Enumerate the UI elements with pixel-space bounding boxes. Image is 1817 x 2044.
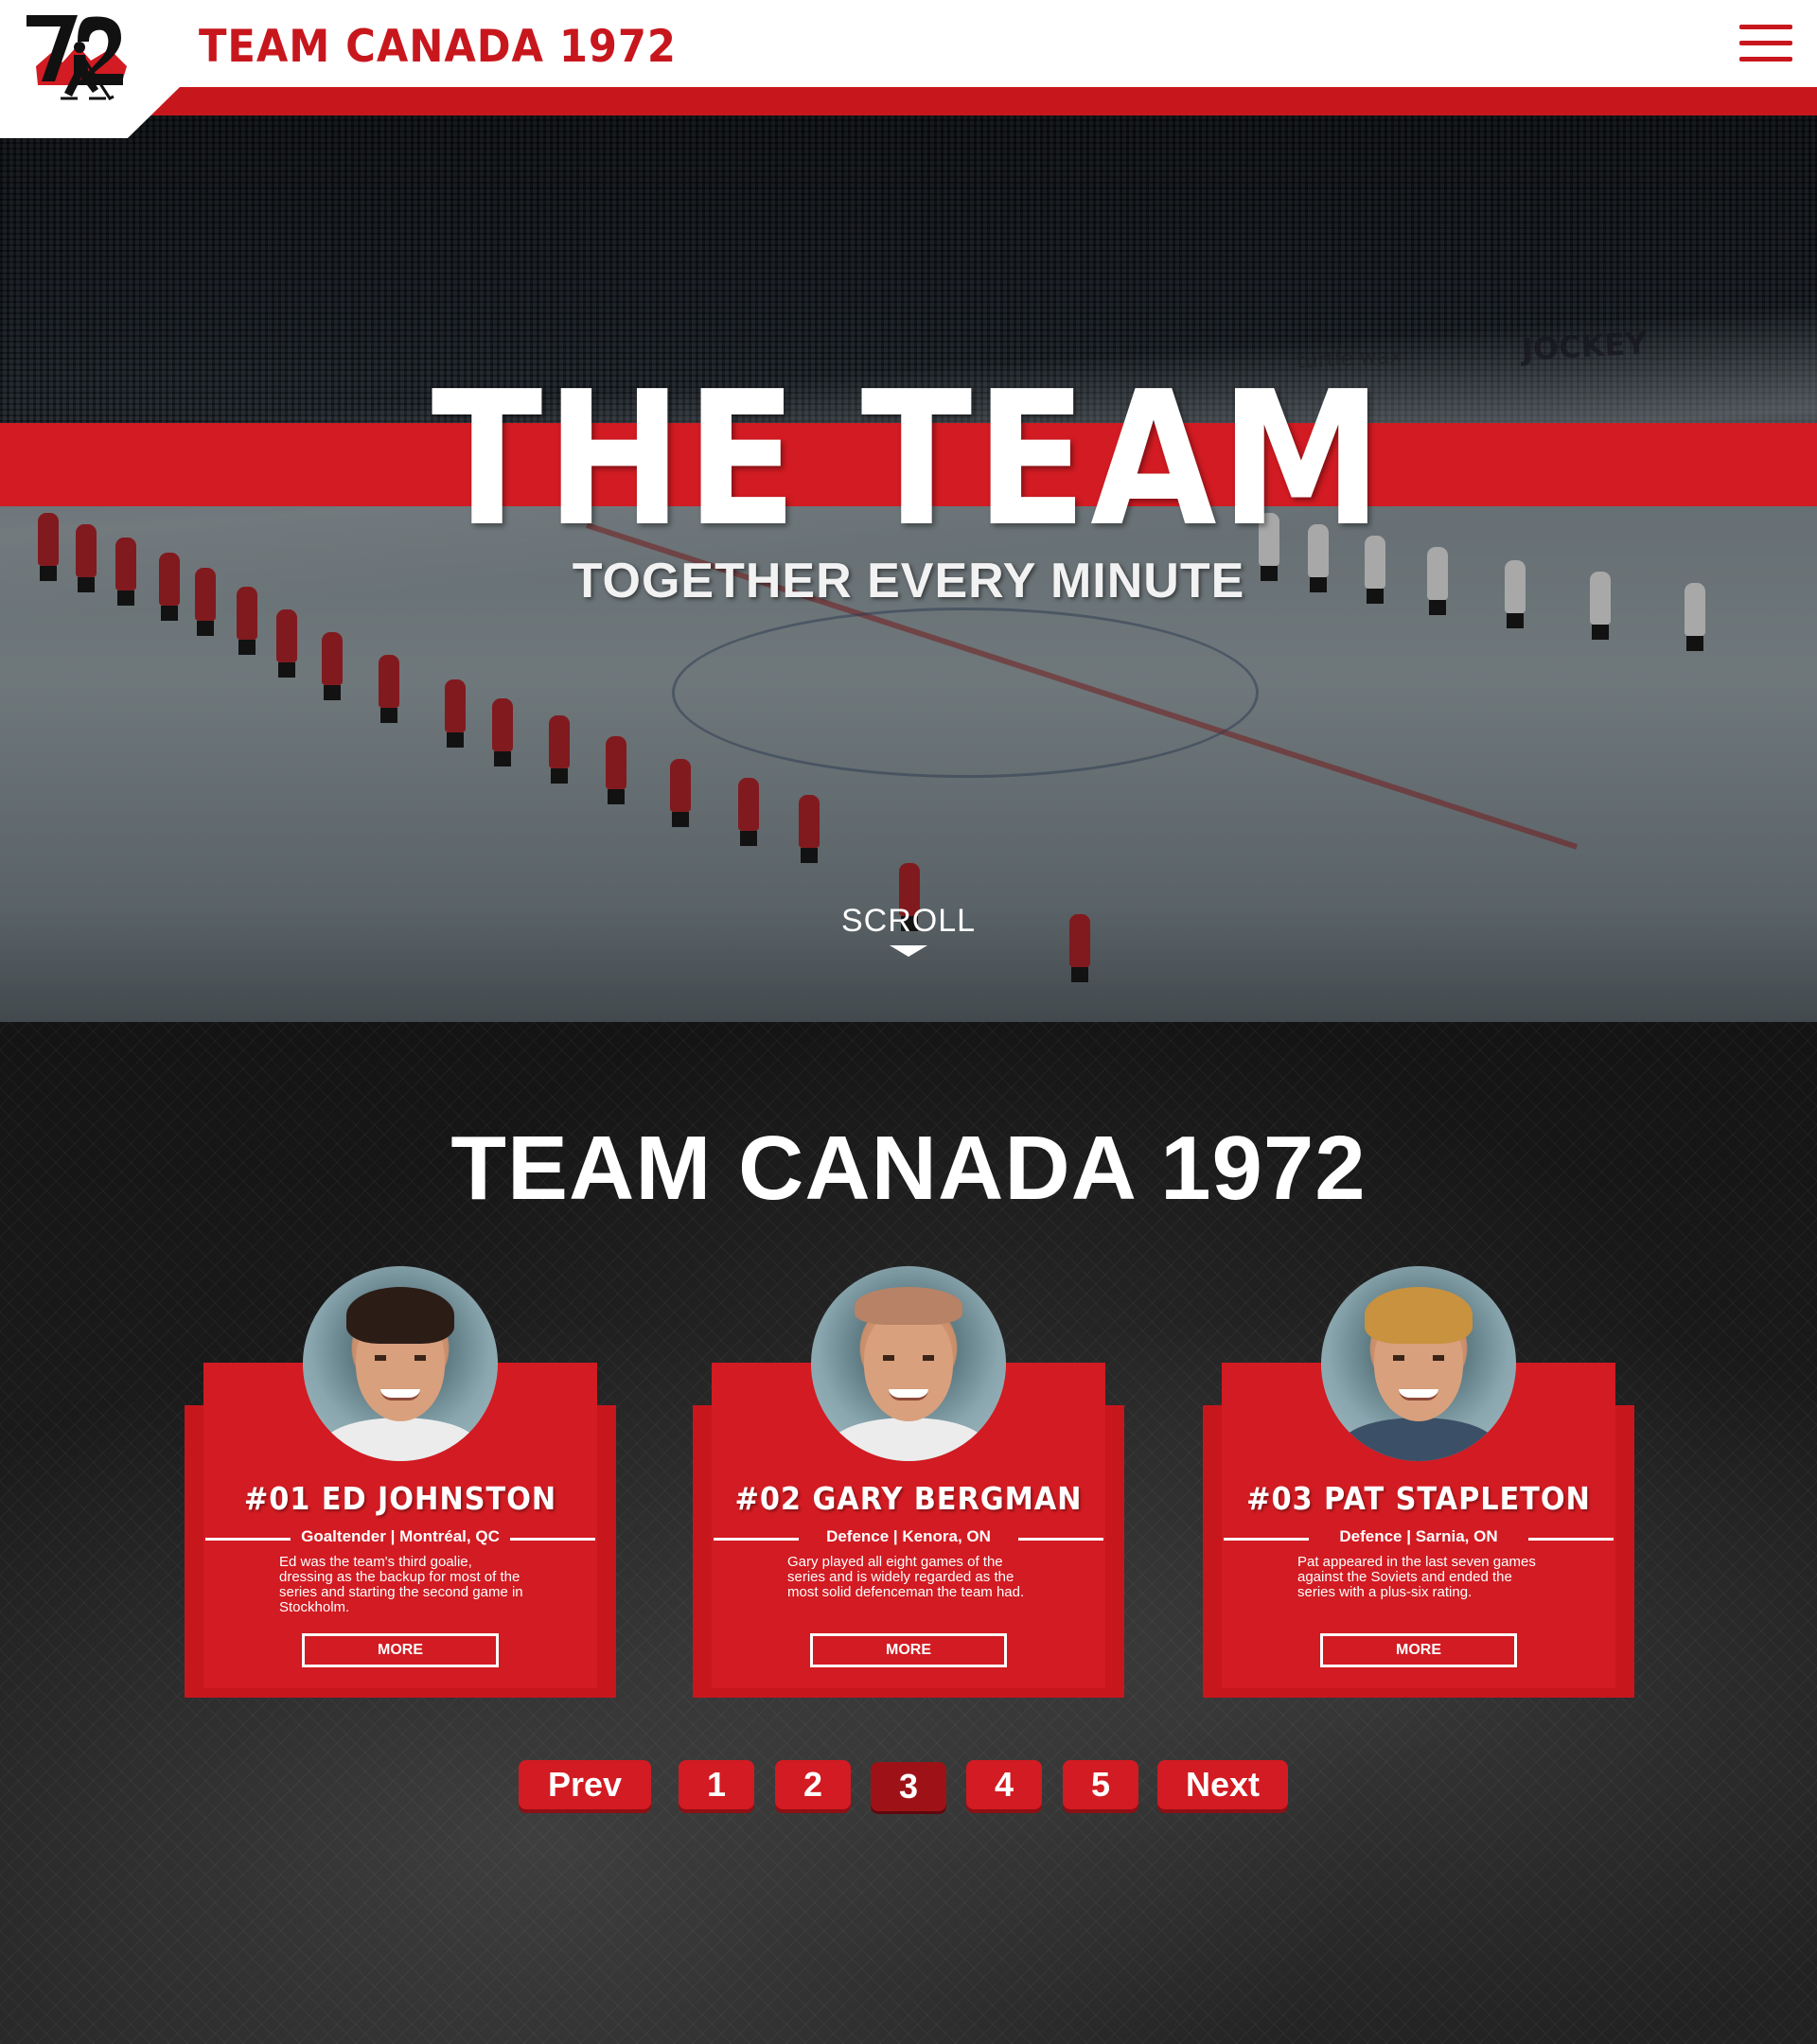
chevron-down-icon	[890, 945, 927, 957]
avatar-hair	[346, 1287, 454, 1344]
player-name[interactable]: #03 PAT STAPLETON	[1220, 1480, 1617, 1517]
avatar-mouth	[1399, 1389, 1438, 1401]
player-card: #01 ED JOHNSTON Goaltender | Montréal, Q…	[185, 1266, 616, 1698]
avatar-shirt	[322, 1418, 479, 1461]
player-card: #02 GARY BERGMAN Defence | Kenora, ON Ga…	[693, 1266, 1124, 1698]
player-description: Pat appeared in the last seven games aga…	[1297, 1554, 1536, 1600]
meta-divider-right	[510, 1538, 595, 1541]
player-avatar[interactable]	[811, 1266, 1006, 1461]
avatar-shirt	[830, 1418, 987, 1461]
hero-title: THE TEAM	[431, 352, 1386, 568]
scroll-button[interactable]: SCROLL	[814, 903, 1003, 957]
pagination-page-2[interactable]: 2	[775, 1760, 851, 1809]
meta-divider-left	[714, 1538, 799, 1541]
player-meta: Defence | Sarnia, ON	[1203, 1527, 1634, 1550]
meta-divider-left	[1224, 1538, 1309, 1541]
avatar-eyes	[375, 1355, 426, 1361]
hamburger-menu-icon-bar	[1739, 41, 1792, 45]
meta-divider-right	[1528, 1538, 1614, 1541]
player-avatar[interactable]	[1321, 1266, 1516, 1461]
scroll-label: SCROLL	[840, 903, 977, 939]
pagination-page-4[interactable]: 4	[966, 1760, 1042, 1809]
player-position-hometown: Goaltender | Montréal, QC	[301, 1527, 500, 1545]
player-name[interactable]: #01 ED JOHNSTON	[202, 1480, 599, 1517]
hero-subtitle: TOGETHER EVERY MINUTE	[572, 554, 1245, 608]
site-header: TEAM CANADA 1972	[0, 0, 1817, 138]
player-description: Gary played all eight games of the serie…	[787, 1554, 1025, 1600]
hamburger-menu-icon	[1739, 25, 1792, 29]
avatar-mouth	[380, 1389, 420, 1401]
more-button[interactable]: MORE	[302, 1633, 499, 1667]
pagination-prev-button[interactable]: Prev	[519, 1760, 651, 1809]
site-title[interactable]: TEAM CANADA 1972	[199, 21, 677, 73]
avatar-hair	[855, 1287, 962, 1325]
avatar-eyes	[883, 1355, 934, 1361]
player-position-hometown: Defence | Sarnia, ON	[1339, 1527, 1498, 1545]
player-meta: Goaltender | Montréal, QC	[185, 1527, 616, 1550]
avatar-face	[864, 1310, 953, 1421]
hamburger-menu-icon-bar	[1739, 57, 1792, 62]
hero-section: turtle wax JOCKEY THE TEAM TOGETHER EVER…	[0, 115, 1817, 1022]
pagination-next-button[interactable]: Next	[1157, 1760, 1288, 1809]
pagination-page-5[interactable]: 5	[1063, 1760, 1138, 1809]
avatar-eyes	[1393, 1355, 1444, 1361]
pagination-page-3-active[interactable]: 3	[871, 1762, 946, 1811]
more-button[interactable]: MORE	[810, 1633, 1007, 1667]
player-position-hometown: Defence | Kenora, ON	[826, 1527, 991, 1545]
player-avatar[interactable]	[303, 1266, 498, 1461]
team-72-logo-icon	[26, 15, 127, 100]
player-card: #03 PAT STAPLETON Defence | Sarnia, ON P…	[1203, 1266, 1634, 1698]
player-name[interactable]: #02 GARY BERGMAN	[710, 1480, 1107, 1517]
roster-title: TEAM CANADA 1972	[450, 1118, 1367, 1219]
more-button[interactable]: MORE	[1320, 1633, 1517, 1667]
avatar-mouth	[889, 1389, 928, 1401]
avatar-hair	[1365, 1287, 1473, 1344]
hamburger-menu-button[interactable]	[1739, 25, 1792, 62]
meta-divider-left	[205, 1538, 291, 1541]
player-description: Ed was the team's third goalie, dressing…	[279, 1554, 523, 1615]
header-red-bar	[0, 87, 1817, 115]
meta-divider-right	[1018, 1538, 1103, 1541]
avatar-shirt	[1340, 1418, 1497, 1461]
player-meta: Defence | Kenora, ON	[693, 1527, 1124, 1550]
pagination-page-1[interactable]: 1	[679, 1760, 754, 1809]
